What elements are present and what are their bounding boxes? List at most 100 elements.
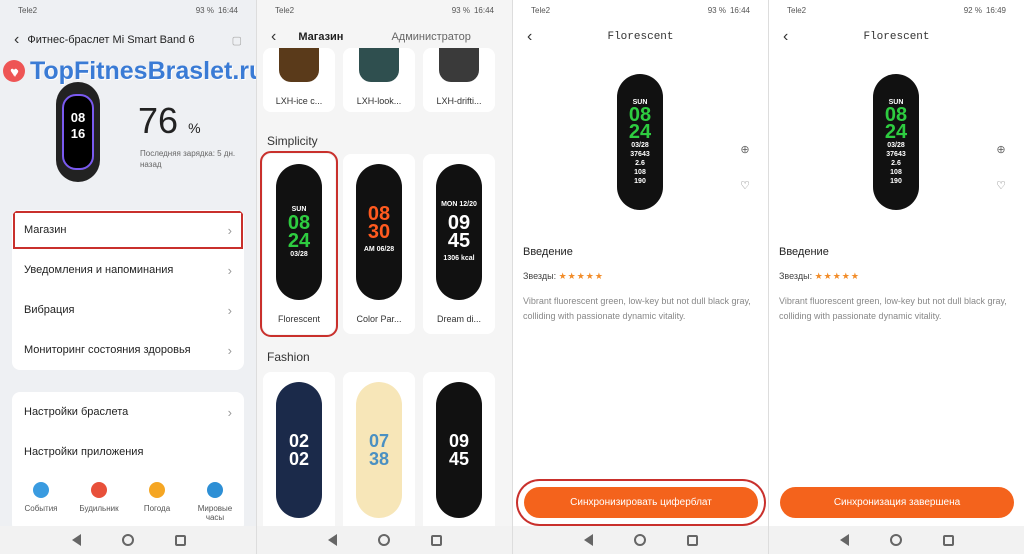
watchface-card[interactable]: LXH-ice c...: [263, 48, 335, 112]
back-nav-icon[interactable]: [70, 534, 82, 546]
zoom-icon[interactable]: ⊕: [992, 140, 1010, 158]
band-image: 08 16: [48, 82, 108, 182]
quick-alarm[interactable]: Будильник: [74, 482, 124, 522]
detail-header: Florescent ‹: [769, 26, 1024, 48]
status-bar: Tele2 92 % 16:49: [769, 0, 1024, 20]
lightbulb-icon: [33, 482, 49, 498]
back-nav-icon[interactable]: [327, 534, 339, 546]
home-nav-icon[interactable]: [890, 534, 903, 546]
section-fashion: Fashion: [267, 350, 310, 364]
battery-status: 93 %: [195, 5, 214, 15]
quick-actions: События Будильник Погода Мировые часы: [12, 482, 244, 522]
watchface-card[interactable]: LXH-drifti...: [423, 48, 495, 112]
home-nav-icon[interactable]: [378, 534, 391, 546]
page-title: Florescent: [607, 31, 674, 43]
menu-item-app-settings[interactable]: Настройки приложения: [12, 432, 244, 472]
system-nav: [0, 526, 256, 554]
back-nav-icon[interactable]: [583, 534, 595, 546]
device-title: Фитнес-браслет Mi Smart Band 6: [27, 34, 195, 46]
system-nav: [513, 526, 768, 554]
watchface-card[interactable]: LXH-look...: [343, 48, 415, 112]
clock: 16:44: [473, 5, 494, 15]
watchface-card[interactable]: 02 02: [263, 372, 335, 552]
simplicity-row: SUN 08 24 03/28 Florescent 08 30 AM 06/2…: [260, 151, 495, 337]
heart-icon: ♥: [3, 60, 25, 82]
external-icon[interactable]: ▢: [232, 34, 242, 47]
clock: 16:44: [217, 5, 238, 15]
last-charge: Последняя зарядка: 5 дн. назад: [140, 149, 236, 169]
heart-icon[interactable]: ♡: [992, 176, 1010, 194]
clock: 16:44: [729, 5, 750, 15]
intro-heading: Введение: [779, 246, 829, 258]
fashion-row: 02 02 07 38 09 45: [263, 372, 495, 552]
quick-weather[interactable]: Погода: [132, 482, 182, 522]
watchface-preview: SUN 08 24 03/28: [276, 164, 322, 300]
recents-nav-icon[interactable]: [174, 534, 186, 546]
chevron-right-icon: ›: [227, 222, 232, 238]
watchface-preview: 07 38: [356, 382, 402, 518]
clock: 16:49: [985, 5, 1006, 15]
watermark: ♥ TopFitnesBraslet.ru: [0, 54, 256, 88]
quick-world-clock[interactable]: Мировые часы: [190, 482, 240, 522]
home-nav-icon[interactable]: [634, 534, 647, 546]
watchface-done-panel: Tele2 92 % 16:49 Florescent ‹ SUN 08 24 0…: [768, 0, 1024, 554]
description: Vibrant fluorescent green, low-key but n…: [523, 296, 751, 321]
rating: Звезды: ★★★★★: [523, 271, 604, 281]
menu-item-health[interactable]: Мониторинг состояния здоровья ›: [12, 330, 244, 370]
watchface-preview: MON 12/20 09 45 1306 kcal: [436, 164, 482, 300]
carrier: Tele2: [787, 5, 807, 15]
back-icon[interactable]: ‹: [14, 31, 19, 49]
menu-item-vibration[interactable]: Вибрация ›: [12, 290, 244, 330]
watchface-preview: SUN 08 24 03/28 37643 2.6 108 190: [617, 74, 663, 210]
watchface-preview: 02 02: [276, 382, 322, 518]
menu-item-store[interactable]: Магазин ›: [12, 210, 244, 250]
page-title: Florescent: [863, 31, 930, 43]
watchface-preview: 08 30 AM 06/28: [356, 164, 402, 300]
watchface-preview: SUN 08 24 03/28 37643 2.6 108 190: [873, 74, 919, 210]
device-header: ‹ Фитнес-браслет Mi Smart Band 6 ▢: [0, 28, 256, 52]
watchface-florescent[interactable]: SUN 08 24 03/28 Florescent: [260, 151, 338, 337]
back-icon[interactable]: ‹: [271, 28, 276, 46]
chevron-right-icon: ›: [227, 404, 232, 420]
system-nav: [257, 526, 512, 554]
back-nav-icon[interactable]: [839, 534, 851, 546]
tab-store[interactable]: Магазин: [298, 31, 343, 43]
menu-item-notifications[interactable]: Уведомления и напоминания ›: [12, 250, 244, 290]
carrier: Tele2: [531, 5, 551, 15]
heart-icon[interactable]: ♡: [736, 176, 754, 194]
zoom-icon[interactable]: ⊕: [736, 140, 754, 158]
globe-icon: [207, 482, 223, 498]
system-nav: [769, 526, 1024, 554]
store-tabs: ‹ Магазин Администратор: [257, 26, 512, 48]
description: Vibrant fluorescent green, low-key but n…: [779, 296, 1007, 321]
battery-level: 76 %: [138, 100, 201, 141]
sun-icon: [149, 482, 165, 498]
rating: Звезды: ★★★★★: [779, 271, 860, 281]
menu-item-band-settings[interactable]: Настройки браслета ›: [12, 392, 244, 432]
recents-nav-icon[interactable]: [430, 534, 442, 546]
sync-done-button[interactable]: Синхронизация завершена: [780, 487, 1014, 518]
chevron-right-icon: ›: [227, 342, 232, 358]
chevron-right-icon: ›: [227, 302, 232, 318]
home-nav-icon[interactable]: [122, 534, 134, 546]
top-row: LXH-ice c... LXH-look... LXH-drifti...: [263, 48, 495, 112]
status-bar: Tele2 93 % 16:44: [0, 0, 256, 20]
recents-nav-icon[interactable]: [686, 534, 698, 546]
status-bar: Tele2 93 % 16:44: [513, 0, 768, 20]
watchface-preview: 09 45: [436, 382, 482, 518]
device-panel: Tele2 93 % 16:44 ‹ Фитнес-браслет Mi Smar…: [0, 0, 256, 554]
alarm-icon: [91, 482, 107, 498]
watchface-color-par[interactable]: 08 30 AM 06/28 Color Par...: [343, 154, 415, 334]
sync-watchface-button[interactable]: Синхронизировать циферблат: [524, 487, 758, 518]
watchface-card[interactable]: 07 38: [343, 372, 415, 552]
watchface-dream[interactable]: MON 12/20 09 45 1306 kcal Dream di...: [423, 154, 495, 334]
tab-admin[interactable]: Администратор: [391, 31, 470, 43]
chevron-right-icon: ›: [227, 262, 232, 278]
section-simplicity: Simplicity: [267, 134, 318, 148]
quick-events[interactable]: События: [16, 482, 66, 522]
battery-status: 92 %: [963, 5, 982, 15]
battery-status: 93 %: [451, 5, 470, 15]
intro-heading: Введение: [523, 246, 573, 258]
recents-nav-icon[interactable]: [942, 534, 954, 546]
watchface-card[interactable]: 09 45: [423, 372, 495, 552]
